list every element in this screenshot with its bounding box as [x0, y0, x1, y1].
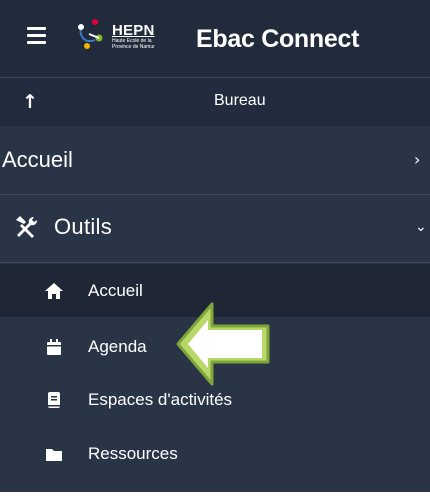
- logo-text: HEPN: [112, 22, 155, 39]
- breadcrumb-label: Bureau: [214, 92, 266, 109]
- sub-item-label: Agenda: [88, 337, 147, 356]
- logo-subtitle: Haute Ecole de la Province de Namur: [112, 38, 155, 50]
- home-icon: [45, 283, 63, 299]
- app-title: Ebac Connect: [196, 25, 360, 53]
- breadcrumb[interactable]: ↑ Bureau: [0, 77, 430, 126]
- nav-item-label: Accueil: [2, 147, 73, 172]
- arrow-up-icon[interactable]: ↑: [22, 91, 38, 113]
- app-header: HEPN Haute Ecole de la Province de Namur…: [0, 0, 430, 77]
- sidebar-panel: HEPN Haute Ecole de la Province de Namur…: [0, 0, 430, 492]
- chevron-right-icon: ›: [414, 150, 421, 169]
- sub-item-ressources[interactable]: Ressources: [0, 427, 430, 480]
- hamburger-menu-icon[interactable]: [27, 27, 49, 45]
- sub-item-label: Accueil: [88, 281, 143, 300]
- tools-icon: [16, 216, 37, 238]
- calendar-icon: [47, 339, 61, 355]
- nav-item-accueil[interactable]: Accueil ›: [0, 127, 430, 194]
- divider: [0, 262, 430, 263]
- chevron-down-icon: ⌄: [415, 219, 427, 235]
- nav-item-label: Outils: [54, 214, 113, 239]
- arrow-left-callout-icon: [176, 302, 270, 386]
- book-icon: [48, 392, 60, 408]
- sub-item-label: Espaces d'activités: [88, 390, 233, 409]
- sub-item-label: Ressources: [88, 444, 178, 463]
- folder-icon: [46, 449, 62, 461]
- nav-item-outils[interactable]: Outils ⌄: [0, 195, 430, 262]
